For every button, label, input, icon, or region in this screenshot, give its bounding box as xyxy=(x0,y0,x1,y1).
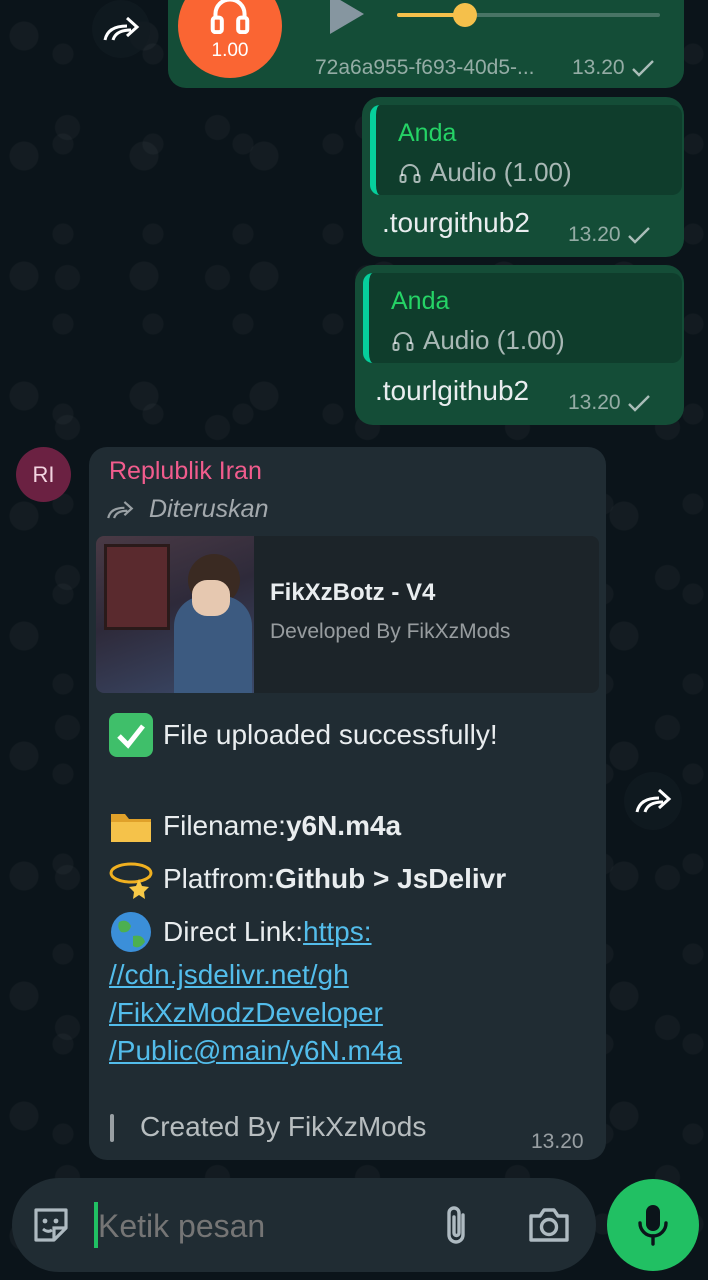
quote-bar xyxy=(110,1114,114,1142)
created-by-text: Created By FikXzMods xyxy=(140,1111,427,1142)
direct-link[interactable]: https: xyxy=(303,916,371,948)
forward-button-top[interactable] xyxy=(92,0,150,58)
sender-avatar[interactable]: RI xyxy=(16,447,71,502)
preview-thumbnail xyxy=(96,536,254,693)
filename-line: Filename: y6N.m4a xyxy=(109,804,401,848)
headphones-icon xyxy=(399,163,421,183)
sticker-icon[interactable] xyxy=(30,1204,72,1246)
quoted-sender: Anda xyxy=(398,119,457,147)
double-check-icon xyxy=(631,60,654,77)
forwarded-label: Diteruskan xyxy=(105,495,269,524)
incoming-message-bubble[interactable]: Replublik Iran Diteruskan FikXzBotz - V4… xyxy=(89,447,606,1160)
reply-message-bubble[interactable]: Anda Audio (1.00) .tourgithub2 13.20 xyxy=(362,97,684,257)
message-time: 13.20 xyxy=(568,223,653,247)
play-icon[interactable] xyxy=(326,0,366,36)
mic-button[interactable] xyxy=(607,1179,699,1271)
message-input[interactable] xyxy=(96,1198,420,1254)
quoted-audio: Audio (1.00) xyxy=(398,157,572,188)
headphones-icon xyxy=(210,0,250,34)
reply-message-bubble[interactable]: Anda Audio (1.00) .tourlgithub2 13.20 xyxy=(355,265,684,425)
avatar-initials: RI xyxy=(32,461,55,487)
camera-icon[interactable] xyxy=(527,1206,571,1244)
audio-seek-thumb[interactable] xyxy=(453,3,478,27)
audio-speed-label: 1.00 xyxy=(211,40,249,61)
forward-icon xyxy=(635,788,672,813)
audio-message-bubble[interactable]: 1.00 72a6a955-f693-40d5-... 13.20 xyxy=(168,0,684,88)
direct-link-continuation[interactable]: //cdn.jsdelivr.net/gh xyxy=(109,959,349,991)
message-text: .tourlgithub2 xyxy=(375,375,530,406)
message-composer xyxy=(12,1178,596,1272)
direct-link-line: Direct Link: https: xyxy=(109,910,372,954)
success-line: File uploaded successfully! xyxy=(109,713,498,757)
audio-seek-track[interactable] xyxy=(397,3,660,27)
folder-icon xyxy=(109,804,153,848)
quoted-message[interactable]: Anda Audio (1.00) xyxy=(370,105,682,195)
forward-button[interactable] xyxy=(624,772,682,830)
audio-filename: 72a6a955-f693-40d5-... xyxy=(315,56,535,79)
direct-link-continuation[interactable]: /FikXzModzDeveloper xyxy=(109,997,383,1029)
double-check-icon xyxy=(627,227,650,244)
attach-icon[interactable] xyxy=(439,1203,473,1247)
link-preview-card[interactable]: FikXzBotz - V4 Developed By FikXzMods xyxy=(96,536,599,693)
message-time: 13.20 xyxy=(568,391,653,415)
audio-speed-avatar[interactable]: 1.00 xyxy=(178,0,282,78)
message-text: .tourgithub2 xyxy=(382,207,530,238)
check-mark-icon xyxy=(109,713,153,757)
direct-link-continuation[interactable]: /Public@main/y6N.m4a xyxy=(109,1035,402,1067)
preview-subtitle: Developed By FikXzMods xyxy=(270,620,511,643)
double-check-icon xyxy=(627,395,650,412)
mic-icon xyxy=(638,1205,668,1246)
dizzy-star-icon xyxy=(109,857,153,901)
forward-icon xyxy=(103,16,140,41)
headphones-icon xyxy=(392,331,414,351)
platform-line: Platfrom: Github > JsDelivr xyxy=(109,857,506,901)
quoted-audio: Audio (1.00) xyxy=(391,325,565,356)
message-time: 13.20 xyxy=(531,1130,584,1153)
audio-time: 13.20 xyxy=(572,56,657,80)
quoted-sender: Anda xyxy=(391,287,450,315)
sender-name[interactable]: Replublik Iran xyxy=(109,457,262,486)
forward-icon xyxy=(107,500,134,518)
preview-title: FikXzBotz - V4 xyxy=(270,579,436,606)
globe-icon xyxy=(109,910,153,954)
quoted-message[interactable]: Anda Audio (1.00) xyxy=(363,273,682,363)
